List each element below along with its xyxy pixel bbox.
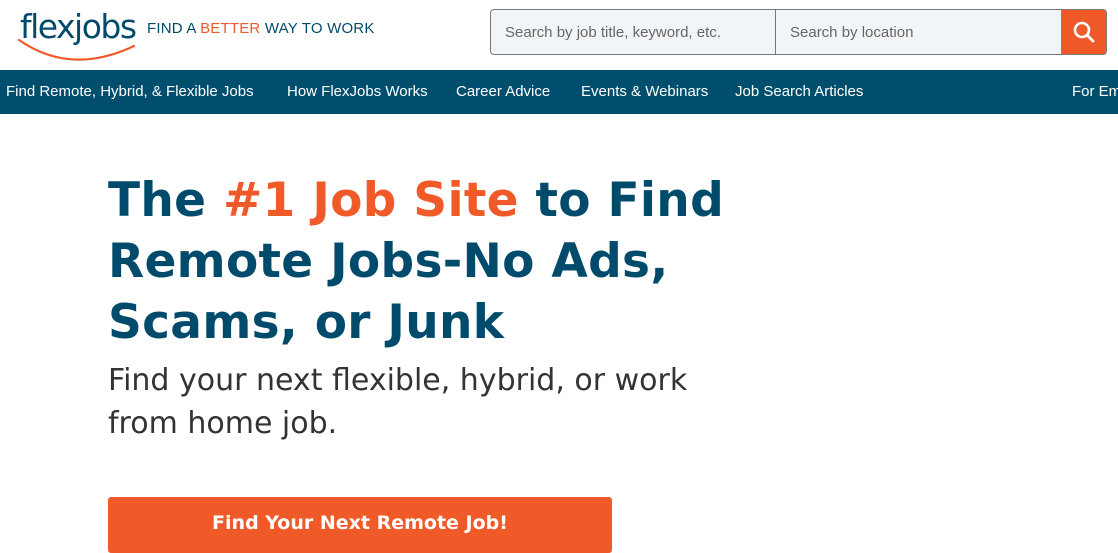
nav-events-webinars[interactable]: Events & Webinars (581, 83, 708, 100)
search-icon (1073, 21, 1094, 43)
hero-title-prefix: The (108, 173, 223, 228)
search-button[interactable] (1061, 10, 1106, 54)
nav-for-employers[interactable]: For Em (1072, 83, 1118, 100)
tagline-accent: BETTER (200, 20, 261, 37)
nav-how-it-works[interactable]: How FlexJobs Works (287, 83, 428, 100)
hero-section: The #1 Job Site to Find Remote Jobs-No A… (108, 170, 748, 445)
logo-swoosh-icon (17, 38, 136, 61)
site-header: flexjobs FIND A BETTER WAY TO WORK (0, 0, 1118, 70)
keyword-search-input[interactable] (491, 10, 776, 54)
tagline: FIND A BETTER WAY TO WORK (147, 20, 375, 37)
tagline-suffix: WAY TO WORK (260, 20, 375, 37)
main-nav: Find Remote, Hybrid, & Flexible Jobs How… (0, 70, 1118, 114)
tagline-prefix: FIND A (147, 20, 201, 37)
hero-subtitle: Find your next flexible, hybrid, or work… (108, 363, 688, 441)
location-search-input[interactable] (776, 10, 1061, 54)
hero-title: The #1 Job Site to Find Remote Jobs-No A… (108, 170, 748, 353)
nav-job-search-articles[interactable]: Job Search Articles (735, 83, 863, 100)
hero-title-accent: #1 Job Site (222, 173, 519, 228)
flexjobs-logo[interactable]: flexjobs (16, 6, 140, 62)
nav-find-jobs[interactable]: Find Remote, Hybrid, & Flexible Jobs (6, 83, 254, 100)
job-search-form (490, 9, 1107, 55)
nav-career-advice[interactable]: Career Advice (456, 83, 550, 100)
find-remote-job-button[interactable]: Find Your Next Remote Job! (108, 497, 612, 553)
